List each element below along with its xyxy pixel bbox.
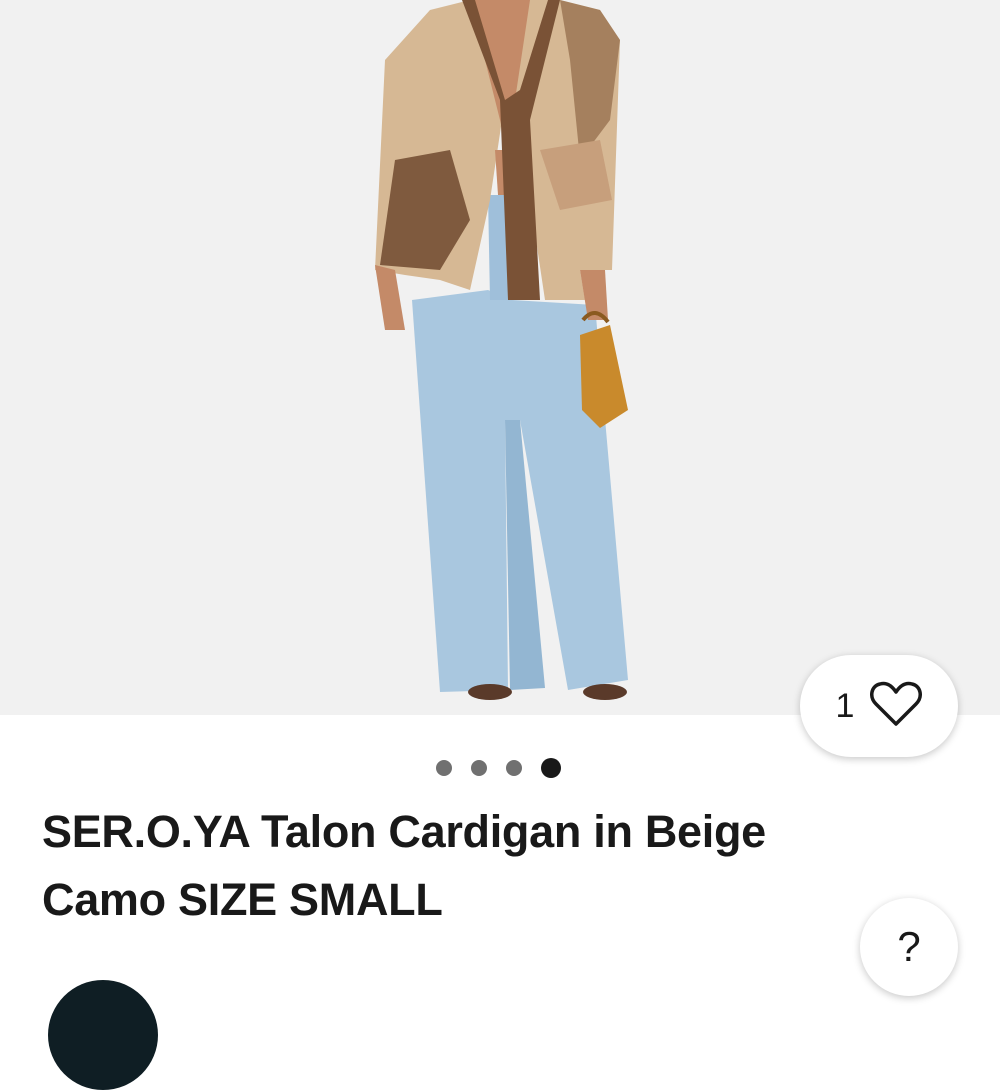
heart-outline-icon <box>870 681 923 732</box>
listing-title: SER.O.YA Talon Cardigan in Beige Camo SI… <box>42 806 766 925</box>
image-pagination <box>436 758 561 778</box>
question-mark-icon: ? <box>897 923 921 970</box>
favorite-button[interactable]: 1 <box>800 655 958 757</box>
pagination-dot-active[interactable] <box>541 758 561 778</box>
seller-avatar[interactable] <box>48 980 158 1090</box>
product-image[interactable] <box>0 0 1000 715</box>
pagination-dot[interactable] <box>471 760 487 776</box>
pagination-dot[interactable] <box>506 760 522 776</box>
product-photo-illustration <box>375 0 628 700</box>
help-button[interactable]: ? <box>860 898 958 996</box>
pagination-dot[interactable] <box>436 760 452 776</box>
favorite-count: 1 <box>835 686 855 725</box>
